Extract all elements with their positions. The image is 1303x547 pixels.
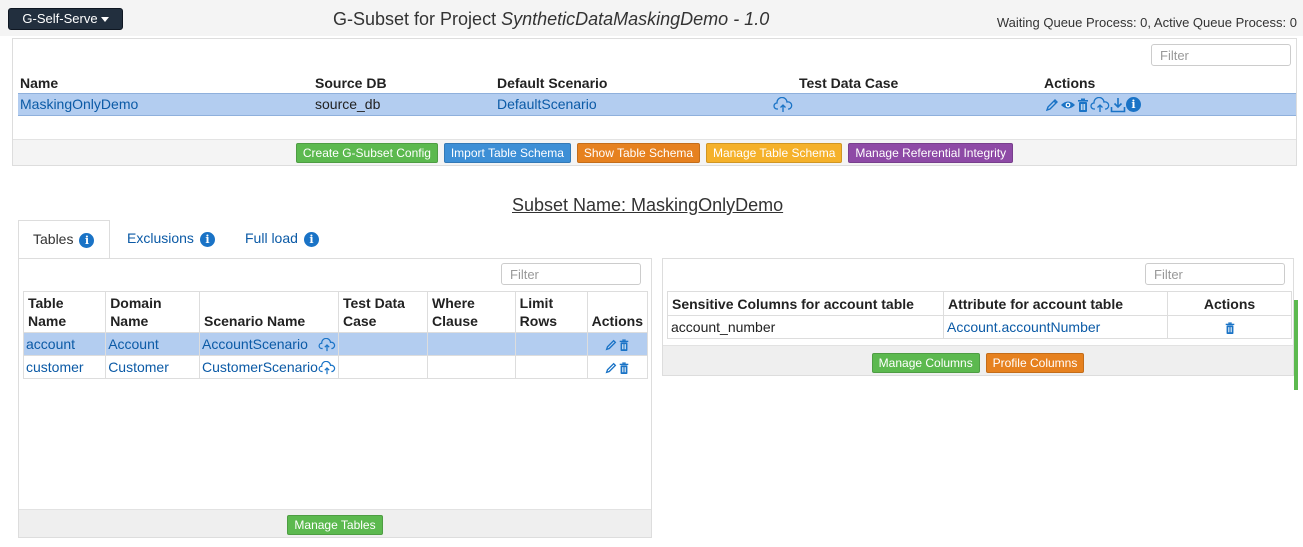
col-header-sensitive-columns[interactable]: Sensitive Columns for account table xyxy=(667,291,944,316)
cloud-upload-icon[interactable] xyxy=(318,361,336,375)
manage-tables-button[interactable]: Manage Tables xyxy=(287,515,383,535)
tables-panel: Table Name Domain Name Scenario Name Tes… xyxy=(18,258,652,538)
cloud-upload-icon[interactable] xyxy=(1090,96,1110,113)
eye-icon[interactable] xyxy=(1060,97,1076,113)
col-header-test-data-case[interactable]: Test Data Case xyxy=(797,73,1042,93)
sensitive-columns-table: Sensitive Columns for account table Attr… xyxy=(667,291,1292,339)
source-db-cell: source_db xyxy=(313,92,495,116)
col-header-attribute[interactable]: Attribute for account table xyxy=(943,291,1168,316)
col-header-actions: Actions xyxy=(1044,74,1096,91)
attribute-link[interactable]: Account.accountNumber xyxy=(947,319,1100,335)
scenario-name-link[interactable]: AccountScenario xyxy=(202,336,308,352)
tables-filter-input[interactable] xyxy=(501,263,641,285)
manage-table-schema-button[interactable]: Manage Table Schema xyxy=(705,143,843,163)
tab-exclusions[interactable]: Exclusions i xyxy=(113,220,229,259)
caret-down-icon xyxy=(100,17,109,23)
manage-referential-integrity-button[interactable]: Manage Referential Integrity xyxy=(848,143,1014,163)
tab-full-load[interactable]: Full load i xyxy=(231,220,333,259)
info-icon[interactable]: i xyxy=(1126,97,1141,113)
scenario-name-link[interactable]: CustomerScenario xyxy=(202,359,318,375)
trash-icon[interactable] xyxy=(618,338,630,352)
domain-name-link[interactable]: Account xyxy=(108,336,159,352)
cloud-upload-icon[interactable] xyxy=(773,96,793,113)
where-clause-cell xyxy=(427,332,516,356)
default-scenario-link[interactable]: DefaultScenario xyxy=(497,96,597,112)
subset-name-link[interactable]: MaskingOnlyDemo xyxy=(20,96,138,112)
col-header-source-db[interactable]: Source DB xyxy=(313,73,495,93)
col-header-actions: Actions xyxy=(586,291,649,333)
create-gsubset-config-button[interactable]: Create G-Subset Config xyxy=(295,143,438,163)
limit-rows-cell xyxy=(514,332,588,356)
page-title: G-Subset for Project SyntheticDataMaskin… xyxy=(333,9,769,30)
col-header-actions: Actions xyxy=(1167,291,1292,316)
tab-tables[interactable]: Tables i xyxy=(18,220,110,259)
col-header-where-clause[interactable]: Where Clause xyxy=(427,291,516,333)
top-header: G-Self-Serve G-Subset for Project Synthe… xyxy=(0,0,1303,36)
sensitive-column-cell: account_number xyxy=(667,315,944,339)
download-icon[interactable] xyxy=(1110,97,1126,113)
manage-columns-button[interactable]: Manage Columns xyxy=(871,353,980,373)
project-version: - 1.0 xyxy=(728,9,770,29)
col-header-name[interactable]: Name xyxy=(18,73,313,93)
pencil-icon[interactable] xyxy=(604,338,618,352)
table-row[interactable]: account_number Account.accountNumber xyxy=(667,315,1292,339)
app-menu-label: G-Self-Serve xyxy=(22,11,98,26)
table-name-link[interactable]: account xyxy=(26,336,75,352)
actions-cell xyxy=(586,355,649,379)
show-table-schema-button[interactable]: Show Table Schema xyxy=(576,143,701,163)
profile-columns-button[interactable]: Profile Columns xyxy=(985,353,1085,373)
import-table-schema-button[interactable]: Import Table Schema xyxy=(443,143,571,163)
test-data-case-cell xyxy=(773,92,1042,116)
queue-status: Waiting Queue Process: 0, Active Queue P… xyxy=(996,15,1297,30)
table-name-link[interactable]: customer xyxy=(26,359,84,375)
page-title-prefix: G-Subset for Project xyxy=(333,9,502,29)
trash-icon[interactable] xyxy=(618,361,630,375)
actions-cell xyxy=(1167,315,1292,339)
table-row[interactable]: customer Customer CustomerScenario xyxy=(22,355,649,379)
tab-full-load-label: Full load xyxy=(245,230,298,246)
scroll-indicator xyxy=(1294,300,1298,390)
subsets-button-bar: Create G-Subset Config Import Table Sche… xyxy=(13,139,1296,165)
subsets-filter-input[interactable] xyxy=(1151,44,1291,66)
actions-cell xyxy=(586,332,649,356)
info-icon[interactable]: i xyxy=(79,232,95,248)
test-data-case-cell xyxy=(337,332,429,356)
info-icon[interactable]: i xyxy=(303,231,319,247)
test-data-case-cell xyxy=(337,355,429,379)
project-name: SyntheticDataMaskingDemo xyxy=(501,9,729,29)
columns-button-bar: Manage Columns Profile Columns xyxy=(663,345,1293,375)
subset-heading: Subset Name: MaskingOnlyDemo xyxy=(512,195,784,215)
col-header-table-name[interactable]: Table Name xyxy=(22,291,107,333)
actions-cell: i xyxy=(1042,92,1296,116)
table-row[interactable]: MaskingOnlyDemo source_db DefaultScenari… xyxy=(18,92,1296,116)
pencil-icon[interactable] xyxy=(1044,97,1060,113)
col-header-default-scenario[interactable]: Default Scenario xyxy=(495,73,797,93)
col-header-domain-name[interactable]: Domain Name xyxy=(105,291,201,333)
columns-filter-input[interactable] xyxy=(1145,263,1285,285)
tab-exclusions-label: Exclusions xyxy=(127,230,194,246)
col-header-test-data-case[interactable]: Test Data Case xyxy=(337,291,429,333)
trash-icon[interactable] xyxy=(1076,97,1090,113)
pencil-icon[interactable] xyxy=(604,361,618,375)
trash-icon[interactable] xyxy=(1224,321,1236,335)
subsets-table: Name Source DB Default Scenario Test Dat… xyxy=(18,73,1296,116)
col-header-limit-rows[interactable]: Limit Rows xyxy=(514,291,588,333)
info-icon[interactable]: i xyxy=(199,231,215,247)
table-row[interactable]: account Account AccountScenario xyxy=(22,332,649,356)
sensitive-columns-panel: Sensitive Columns for account table Attr… xyxy=(662,258,1294,376)
where-clause-cell xyxy=(427,355,516,379)
tables-button-bar: Manage Tables xyxy=(19,509,651,537)
col-header-scenario-name[interactable]: Scenario Name xyxy=(199,291,339,333)
cloud-upload-icon[interactable] xyxy=(318,338,336,352)
limit-rows-cell xyxy=(514,355,588,379)
app-menu-button[interactable]: G-Self-Serve xyxy=(8,8,123,30)
domain-name-link[interactable]: Customer xyxy=(108,359,169,375)
tables-table: Table Name Domain Name Scenario Name Tes… xyxy=(22,291,649,379)
subsets-panel: Name Source DB Default Scenario Test Dat… xyxy=(12,38,1297,166)
tab-tables-label: Tables xyxy=(33,231,74,247)
